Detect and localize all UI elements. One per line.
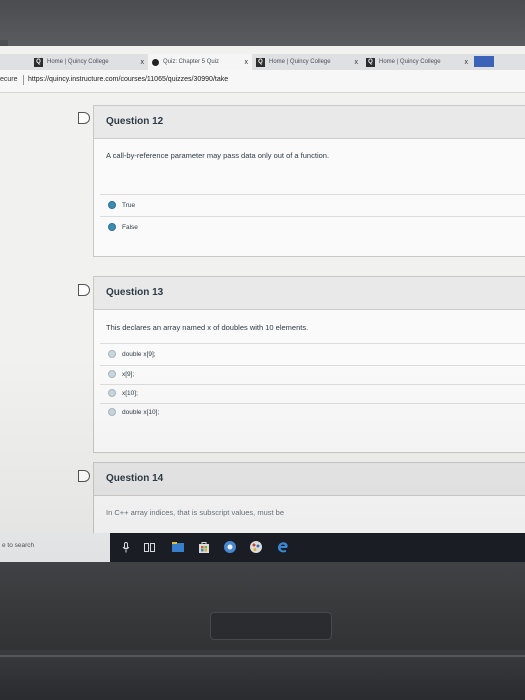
tab-label: Home | Quincy College: [269, 59, 331, 65]
file-explorer-icon[interactable]: [172, 541, 184, 553]
tab-quiz-chapter-5[interactable]: Quiz: Chapter 5 Quiz x: [148, 54, 252, 70]
answer-option-double-x10[interactable]: double x[10];: [108, 408, 159, 416]
store-icon[interactable]: [198, 541, 210, 553]
question-title: Question 14: [106, 473, 164, 484]
tab-label: Quiz: Chapter 5 Quiz: [163, 59, 220, 65]
paint-app-icon[interactable]: [250, 541, 262, 553]
quincy-favicon-icon: Q: [366, 57, 375, 67]
tab-home-quincy-2[interactable]: Q Home | Quincy College x: [252, 54, 362, 70]
address-separator: [23, 75, 24, 85]
radio-button[interactable]: [108, 370, 116, 378]
address-bar[interactable]: ecure https://quincy.instructure.com/cou…: [0, 70, 525, 93]
question-header: Question 12: [94, 106, 525, 139]
question-text: In C++ array indices, that is subscript …: [106, 508, 284, 517]
question-13: Question 13 This declares an array named…: [93, 276, 525, 453]
quincy-favicon-icon: Q: [34, 57, 43, 67]
tab-home-quincy-1[interactable]: Q Home | Quincy College x: [30, 54, 148, 70]
url-text[interactable]: https://quincy.instructure.com/courses/1…: [28, 76, 228, 83]
answer-label: x[9];: [122, 370, 135, 378]
radio-button[interactable]: [108, 350, 116, 358]
tab-close-icon[interactable]: x: [245, 59, 249, 66]
answer-divider: [100, 343, 525, 344]
answer-label: True: [122, 201, 136, 209]
answer-label: double x[9];: [122, 350, 156, 358]
answer-label: double x[10];: [122, 408, 160, 416]
tab-label: Home | Quincy College: [379, 59, 441, 65]
browser-tab-bar: Q Home | Quincy College x Quiz: Chapter …: [0, 54, 525, 70]
radio-button[interactable]: [108, 223, 116, 231]
question-title: Question 13: [106, 287, 164, 298]
task-view-icon[interactable]: [143, 541, 155, 553]
question-14: Question 14 In C++ array indices, that i…: [93, 462, 525, 544]
answer-divider: [100, 216, 525, 217]
answer-option-x9[interactable]: x[9];: [108, 370, 134, 378]
search-placeholder: e to search: [2, 542, 35, 549]
microphone-icon[interactable]: [120, 541, 132, 553]
new-tab-button[interactable]: [474, 56, 494, 67]
question-12: Question 12 A call-by-reference paramete…: [93, 105, 525, 257]
screen: Q Home | Quincy College x Quiz: Chapter …: [0, 46, 525, 562]
tab-close-icon[interactable]: x: [465, 59, 469, 66]
taskbar-search-box[interactable]: e to search: [0, 533, 110, 562]
answer-divider: [100, 194, 525, 195]
question-header: Question 14: [94, 463, 525, 496]
quiz-content: Question 12 A call-by-reference paramete…: [0, 93, 525, 544]
answer-divider: [100, 384, 525, 385]
answer-option-x10[interactable]: x[10];: [108, 389, 138, 397]
question-header: Question 13: [94, 277, 525, 310]
question-text: This declares an array named x of double…: [106, 323, 309, 332]
tab-home-quincy-3[interactable]: Q Home | Quincy College x: [362, 54, 472, 70]
quiz-favicon-icon: [152, 58, 159, 66]
chrome-icon[interactable]: [224, 541, 236, 553]
radio-button[interactable]: [108, 201, 116, 209]
answer-divider: [100, 365, 525, 366]
tab-close-icon[interactable]: x: [141, 59, 145, 66]
answer-label: x[10];: [122, 389, 138, 397]
laptop-hinge: [0, 650, 525, 700]
laptop-hinge-slot: [210, 612, 332, 640]
windows-taskbar: e to search: [0, 533, 525, 562]
question-text: A call-by-reference parameter may pass d…: [106, 151, 330, 160]
flag-question-13-icon[interactable]: [78, 284, 90, 296]
edge-icon[interactable]: [277, 541, 289, 553]
secure-indicator[interactable]: ecure: [0, 76, 18, 83]
question-title: Question 12: [106, 116, 164, 127]
answer-label: False: [122, 223, 138, 231]
answer-divider: [100, 403, 525, 404]
flag-question-12-icon[interactable]: [78, 112, 90, 124]
radio-button[interactable]: [108, 408, 116, 416]
answer-option-true[interactable]: True: [108, 201, 135, 209]
tab-label: Home | Quincy College: [47, 59, 109, 65]
radio-button[interactable]: [108, 389, 116, 397]
answer-option-double-x9[interactable]: double x[9];: [108, 350, 156, 358]
laptop-hinge-line: [0, 655, 525, 657]
flag-question-14-icon[interactable]: [78, 470, 90, 482]
tab-close-icon[interactable]: x: [355, 59, 359, 66]
quincy-favicon-icon: Q: [256, 57, 265, 67]
laptop-bezel-top: [0, 0, 525, 48]
answer-option-false[interactable]: False: [108, 223, 138, 231]
